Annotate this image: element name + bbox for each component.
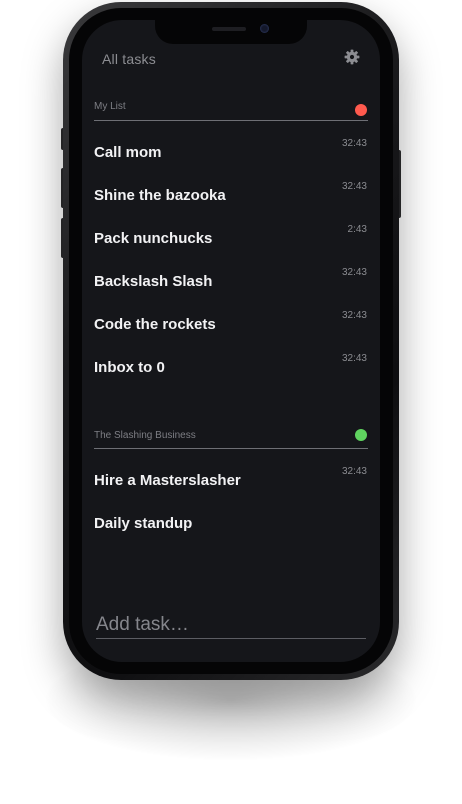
task-label: Pack nunchucks	[94, 230, 213, 247]
section-color-dot[interactable]	[355, 429, 367, 441]
task-label: Daily standup	[94, 515, 193, 532]
task-item[interactable]: Code the rockets 32:43	[82, 310, 380, 353]
section-divider	[94, 120, 368, 121]
task-label: Inbox to 0	[94, 359, 165, 376]
task-label: Call mom	[94, 144, 162, 161]
task-time: 32:43	[341, 310, 367, 321]
task-time: 2:43	[347, 224, 367, 235]
front-camera	[260, 24, 269, 33]
task-item[interactable]: Inbox to 0 32:43	[82, 353, 380, 396]
section-title-slashing-business: The Slashing Business	[94, 430, 196, 441]
task-item[interactable]: Call mom 32:43	[82, 138, 380, 181]
add-task-underline	[96, 638, 366, 639]
task-label: Code the rockets	[94, 316, 216, 333]
section-title-my-list: My List	[94, 101, 126, 112]
page-title[interactable]: All tasks	[102, 51, 156, 67]
phone-notch	[155, 20, 307, 44]
task-item[interactable]: Shine the bazooka 32:43	[82, 181, 380, 224]
gear-icon[interactable]	[344, 49, 360, 65]
task-label: Hire a Masterslasher	[94, 472, 241, 489]
task-time: 32:43	[341, 267, 367, 278]
task-item[interactable]: Backslash Slash 32:43	[82, 267, 380, 310]
section-color-dot[interactable]	[355, 104, 367, 116]
task-label: Backslash Slash	[94, 273, 213, 290]
add-task-input[interactable]	[96, 613, 366, 637]
task-label: Shine the bazooka	[94, 187, 226, 204]
app-screen: All tasks My List Call mom 32:43 Shine t…	[82, 20, 380, 662]
task-time: 32:43	[341, 466, 367, 477]
task-time: 32:43	[341, 138, 367, 149]
speaker-grille	[212, 27, 246, 31]
task-item[interactable]: Pack nunchucks 2:43	[82, 224, 380, 267]
task-item[interactable]: Hire a Masterslasher 32:43	[82, 466, 380, 509]
device-mockup: All tasks My List Call mom 32:43 Shine t…	[0, 0, 462, 804]
task-time: 32:43	[341, 353, 367, 364]
task-time: 32:43	[341, 181, 367, 192]
section-divider	[94, 448, 368, 449]
task-item[interactable]: Daily standup	[82, 509, 380, 552]
